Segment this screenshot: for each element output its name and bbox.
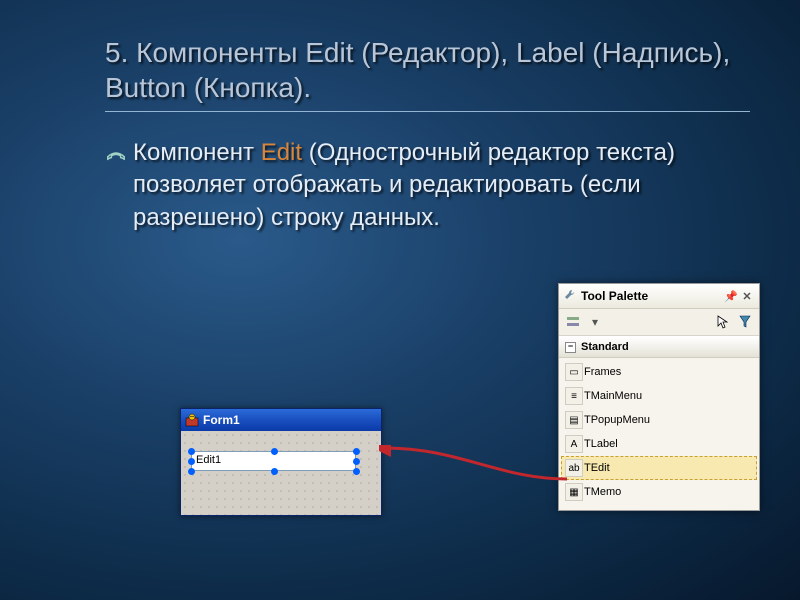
tmainmenu-icon: ≡ xyxy=(565,387,583,405)
palette-item-tedit[interactable]: abTEdit xyxy=(561,456,757,480)
palette-item-label: TEdit xyxy=(584,462,610,474)
form1-client: Edit1 xyxy=(181,431,381,515)
body-accent: Edit xyxy=(261,139,302,166)
palette-title-text: Tool Palette xyxy=(581,289,648,303)
palette-item-label: TMainMenu xyxy=(584,390,642,402)
wrench-icon xyxy=(563,288,577,305)
form1-titlebar: Form1 xyxy=(181,409,381,431)
minus-icon[interactable]: − xyxy=(565,342,576,353)
app-icon xyxy=(185,413,199,427)
form1-window: Form1 Edit1 xyxy=(180,408,382,516)
category-label: Standard xyxy=(581,341,629,353)
tool-palette: Tool Palette 📌 ✕ ▾ − Standard ▭Frames≡TM… xyxy=(558,283,760,511)
frames-icon: ▭ xyxy=(565,363,583,381)
close-icon[interactable]: ✕ xyxy=(739,290,755,303)
slide-title: 5. Компоненты Edit (Редактор), Label (На… xyxy=(105,35,750,105)
palette-titlebar: Tool Palette 📌 ✕ xyxy=(559,284,759,309)
body-block: Компонент Edit (Однострочный редактор те… xyxy=(105,137,750,234)
tmemo-icon: ▦ xyxy=(565,483,583,501)
palette-item-label: TMemo xyxy=(584,486,621,498)
handle-bl[interactable] xyxy=(188,468,195,475)
dropdown-icon[interactable]: ▾ xyxy=(587,314,603,330)
palette-item-label: TLabel xyxy=(584,438,618,450)
handle-mr[interactable] xyxy=(353,458,360,465)
arrow-icon xyxy=(379,445,569,485)
handle-bm[interactable] xyxy=(271,468,278,475)
palette-item-tmemo[interactable]: ▦TMemo xyxy=(561,480,757,504)
palette-item-tmainmenu[interactable]: ≡TMainMenu xyxy=(561,384,757,408)
palette-item-label: Frames xyxy=(584,366,621,378)
tedit-icon: ab xyxy=(565,459,583,477)
palette-item-tlabel[interactable]: ATLabel xyxy=(561,432,757,456)
body-before: Компонент xyxy=(133,139,261,166)
handle-tl[interactable] xyxy=(188,448,195,455)
bullet-paragraph: Компонент Edit (Однострочный редактор те… xyxy=(105,137,750,234)
palette-item-tpopupmenu[interactable]: ▤TPopupMenu xyxy=(561,408,757,432)
phone-icon xyxy=(105,143,127,163)
categories-icon[interactable] xyxy=(565,314,581,330)
palette-item-frames[interactable]: ▭Frames xyxy=(561,360,757,384)
palette-list: ▭Frames≡TMainMenu▤TPopupMenuATLabelabTEd… xyxy=(559,358,759,510)
pin-icon[interactable]: 📌 xyxy=(723,290,739,303)
palette-item-label: TPopupMenu xyxy=(584,414,650,426)
form1-title-text: Form1 xyxy=(203,413,240,427)
handle-br[interactable] xyxy=(353,468,360,475)
palette-category[interactable]: − Standard xyxy=(559,336,759,358)
slide: 5. Компоненты Edit (Редактор), Label (На… xyxy=(0,0,800,600)
title-block: 5. Компоненты Edit (Редактор), Label (На… xyxy=(105,35,750,112)
handle-tr[interactable] xyxy=(353,448,360,455)
cursor-icon[interactable] xyxy=(715,314,731,330)
palette-toolbar: ▾ xyxy=(559,309,759,336)
filter-icon[interactable] xyxy=(737,314,753,330)
handle-tm[interactable] xyxy=(271,448,278,455)
handle-ml[interactable] xyxy=(188,458,195,465)
tpopupmenu-icon: ▤ xyxy=(565,411,583,429)
tlabel-icon: A xyxy=(565,435,583,453)
